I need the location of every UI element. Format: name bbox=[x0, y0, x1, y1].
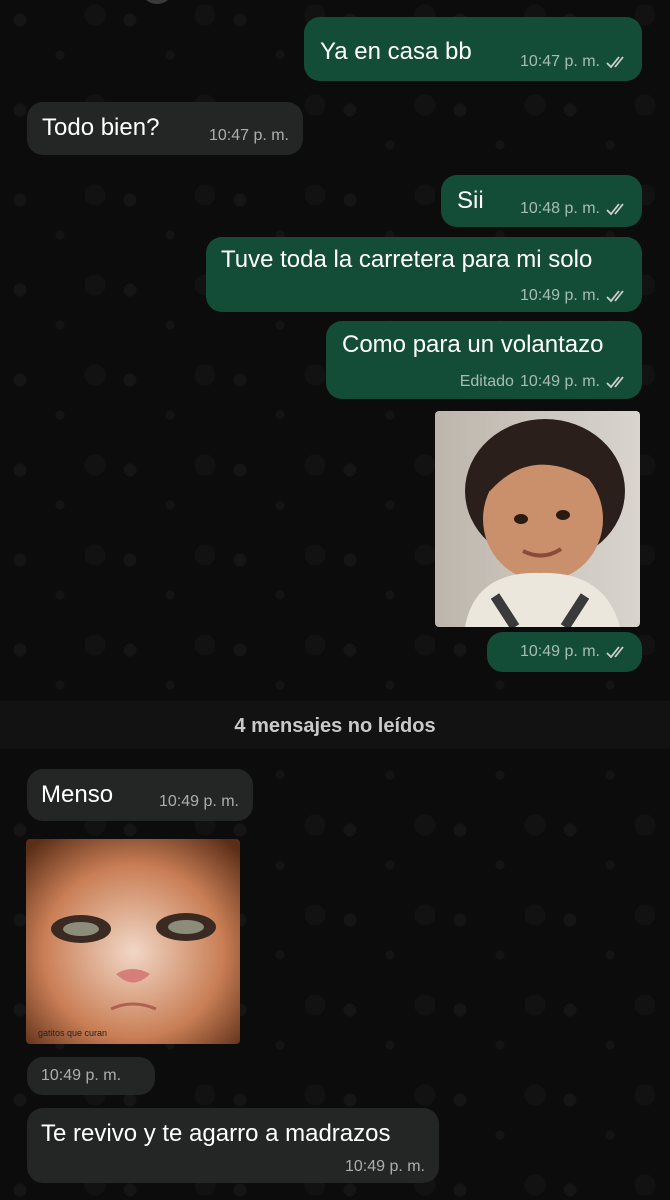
message-time: 10:49 p. m. bbox=[344, 1158, 425, 1175]
message-meta: 10:49 p. m. bbox=[159, 793, 239, 811]
unread-divider-label: 4 mensajes no leídos bbox=[234, 715, 436, 737]
outgoing-message[interactable]: Tuve toda la carretera para mi solo 10:4… bbox=[206, 237, 642, 312]
child-photo[interactable] bbox=[435, 411, 640, 627]
message-meta: 10:47 p. m. bbox=[209, 127, 289, 145]
message-time: 10:49 p. m. bbox=[158, 793, 239, 810]
edited-label: Editado bbox=[459, 373, 514, 390]
outgoing-message[interactable]: Como para un volantazo Editado 10:49 p. … bbox=[326, 321, 642, 399]
cat-photo[interactable]: gatitos que curan bbox=[26, 839, 240, 1044]
message-time: 10:47 p. m. bbox=[208, 127, 289, 144]
outgoing-message[interactable]: Ya en casa bb 10:47 p. m. bbox=[304, 17, 642, 81]
outgoing-message-time: 10:49 p. m. bbox=[487, 632, 642, 672]
message-text: Como para un volantazo bbox=[342, 331, 604, 358]
message-time: 10:47 p. m. bbox=[519, 53, 600, 70]
message-meta: 10:49 p. m. bbox=[520, 287, 630, 305]
message-text: Menso bbox=[41, 781, 114, 808]
double-check-icon bbox=[606, 202, 630, 216]
message-meta: 10:47 p. m. bbox=[520, 53, 630, 71]
message-meta: 10:49 p. m. bbox=[41, 1067, 121, 1085]
incoming-message[interactable]: Menso 10:49 p. m. bbox=[27, 769, 253, 821]
message-text: Sii bbox=[457, 187, 484, 214]
message-time: 10:49 p. m. bbox=[519, 373, 600, 390]
message-time: 10:49 p. m. bbox=[41, 1067, 122, 1084]
double-check-icon bbox=[606, 375, 630, 389]
message-text: Ya en casa bb bbox=[320, 38, 472, 65]
double-check-icon bbox=[606, 645, 630, 659]
incoming-message[interactable]: Todo bien? 10:47 p. m. bbox=[27, 102, 303, 155]
message-text: Te revivo y te agarro a madrazos bbox=[41, 1120, 391, 1147]
outgoing-message[interactable]: Sii 10:48 p. m. bbox=[441, 175, 642, 227]
message-time: 10:48 p. m. bbox=[519, 200, 600, 217]
double-check-icon bbox=[606, 289, 630, 303]
message-text: Todo bien? bbox=[42, 114, 160, 141]
incoming-message-time: 10:49 p. m. bbox=[27, 1057, 155, 1095]
message-meta: 10:49 p. m. bbox=[520, 643, 630, 661]
message-meta: 10:48 p. m. bbox=[520, 200, 630, 218]
double-check-icon bbox=[606, 55, 630, 69]
message-time: 10:49 p. m. bbox=[519, 643, 600, 660]
message-meta: Editado 10:49 p. m. bbox=[460, 373, 630, 391]
message-text: Tuve toda la carretera para mi solo bbox=[221, 246, 593, 273]
unread-divider: 4 mensajes no leídos bbox=[0, 701, 670, 749]
incoming-message[interactable]: Te revivo y te agarro a madrazos 10:49 p… bbox=[27, 1108, 439, 1183]
message-meta: 10:49 p. m. bbox=[345, 1158, 425, 1176]
message-time: 10:49 p. m. bbox=[519, 287, 600, 304]
cat-photo-watermark: gatitos que curan bbox=[38, 1028, 107, 1038]
